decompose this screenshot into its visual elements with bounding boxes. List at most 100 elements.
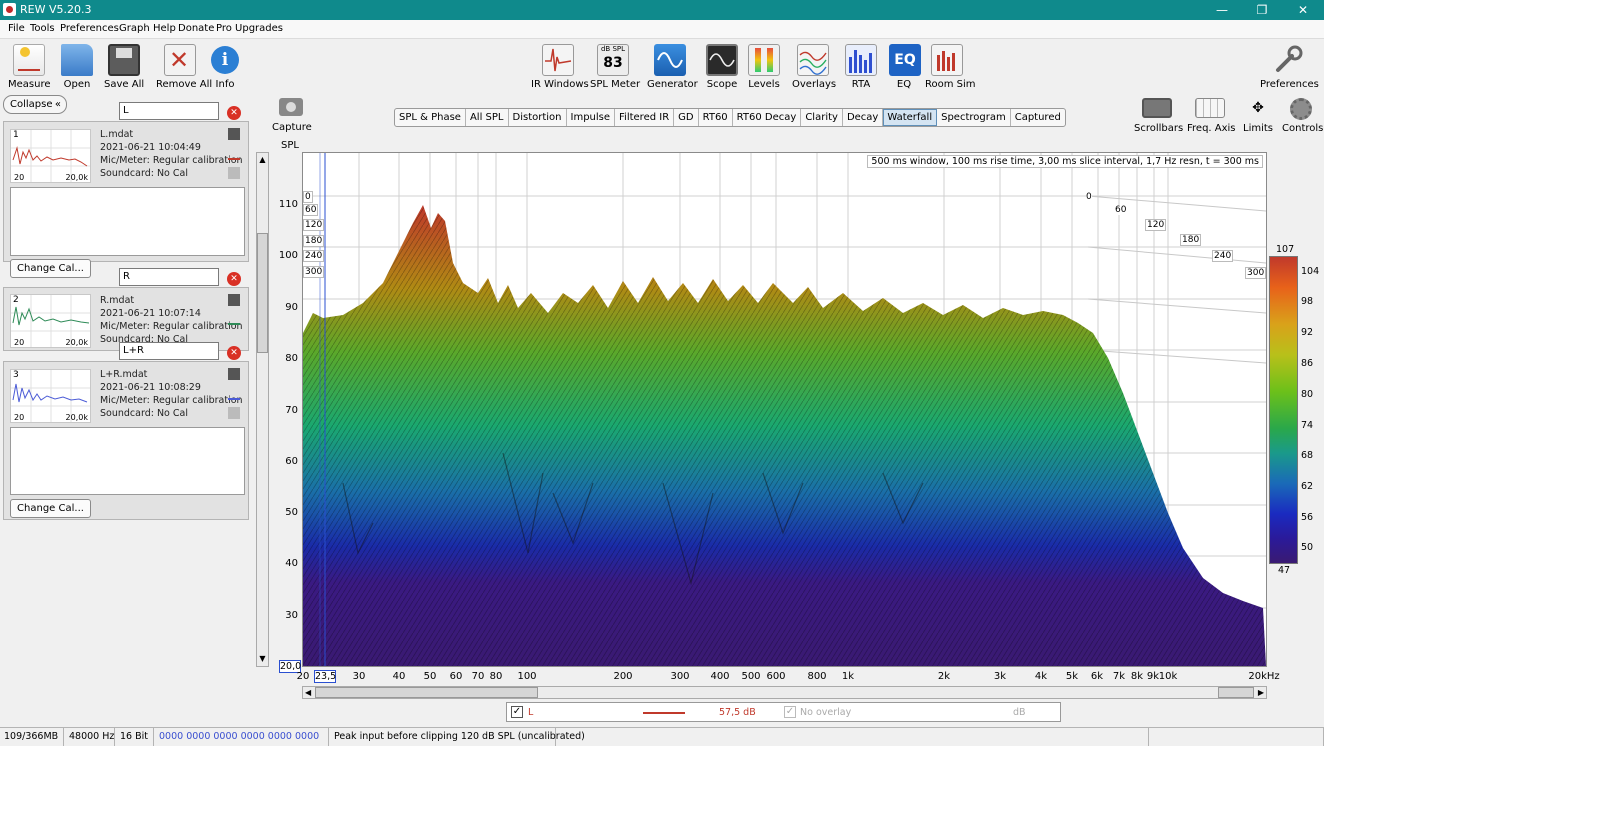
overlay-checkbox[interactable]: ✓ [784,706,796,718]
scroll-up-icon[interactable]: ▲ [257,153,268,167]
trace-color-icon-3[interactable] [228,388,240,400]
x-tick: 80 [489,671,503,682]
tab-captured[interactable]: Captured [1011,109,1065,126]
menu-graph[interactable]: Graph [119,23,150,34]
graph-horizontal-scrollbar[interactable]: ◀ ▶ [302,686,1267,699]
x-tick: 1k [841,671,855,682]
y-tick: 70 [285,405,298,416]
graph-legend: ✓ L 57,5 dB ✓ No overlay dB [506,702,1061,722]
measurement-name-input-1[interactable]: L [119,102,219,120]
horizontal-scroll-thumb[interactable] [315,687,538,698]
x-tick: 800 [807,671,827,682]
ir-windows-button[interactable]: IR Windows [531,44,589,90]
menu-tools[interactable]: Tools [30,23,55,34]
save-measurement-icon-3[interactable] [228,368,240,380]
save-measurement-icon-1[interactable] [228,128,240,140]
maximize-button[interactable]: ❐ [1242,0,1282,20]
delete-measurement-icon-2[interactable]: ✕ [227,272,241,286]
overlay-unit: dB [1013,707,1026,718]
tab-gd[interactable]: GD [674,109,699,126]
eq-button[interactable]: EQ EQ [889,44,921,90]
remove-all-button[interactable]: ✕ Remove All [156,44,212,90]
measurement-notes-3[interactable] [10,427,245,495]
vertical-scroll-thumb[interactable] [257,233,268,353]
tab-clarity[interactable]: Clarity [801,109,843,126]
menu-preferences[interactable]: Preferences [60,23,119,34]
notes-icon-1[interactable] [228,167,240,179]
x-tick: 50 [423,671,437,682]
freq-axis-button[interactable]: Freq. Axis [1187,98,1236,134]
change-cal-button-3[interactable]: Change Cal... [10,499,91,518]
measurement-notes-1[interactable] [10,187,245,256]
x-tick: 2k [937,671,951,682]
close-button[interactable]: ✕ [1283,0,1323,20]
colorbar-tick: 80 [1301,389,1314,400]
generator-button[interactable]: Generator [647,44,698,90]
notes-icon-3[interactable] [228,407,240,419]
input-level-status: 0000 0000 0000 0000 0000 0000 [155,728,329,746]
minimize-button[interactable]: — [1202,0,1242,20]
change-cal-button-1[interactable]: Change Cal... [10,259,91,278]
folder-icon [61,44,93,76]
x-tick: 200 [613,671,633,682]
delete-measurement-icon-1[interactable]: ✕ [227,106,241,120]
info-button[interactable]: i Info [210,44,240,90]
measure-button[interactable]: Measure [8,44,51,90]
tab-distortion[interactable]: Distortion [509,109,567,126]
measurement-name-input-2[interactable]: R [119,268,219,286]
time-label: 180 [303,235,325,247]
menu-file[interactable]: File [8,23,25,34]
limits-button[interactable]: ✥ Limits [1240,98,1276,134]
horizontal-scroll-thumb-end[interactable] [1218,687,1254,698]
tab-all-spl[interactable]: All SPL [466,109,509,126]
spl-meter-button[interactable]: dB SPL 83 SPL Meter [590,44,640,90]
scroll-right-icon[interactable]: ▶ [1258,687,1264,698]
collapse-button[interactable]: Collapse « [3,95,67,114]
menu-pro-upgrades[interactable]: Pro Upgrades [216,23,283,34]
time-label: 60 [1115,205,1127,215]
tab-decay[interactable]: Decay [843,109,884,126]
waterfall-plot[interactable]: 500 ms window, 100 ms rise time, 3,00 ms… [302,152,1267,667]
overlay-label: No overlay [800,707,852,718]
graph-vertical-scrollbar[interactable]: ▲ ▼ [256,152,269,667]
tab-spl-phase[interactable]: SPL & Phase [395,109,466,126]
legend-checkbox[interactable]: ✓ [511,706,523,718]
controls-button[interactable]: Controls [1282,98,1323,134]
x-tick: 5k [1065,671,1079,682]
measurement-thumbnail-1[interactable]: 1 20 20,0k [10,129,91,183]
scope-button[interactable]: Scope [705,44,739,90]
rta-button[interactable]: RTA [845,44,877,90]
measurement-name-input-3[interactable]: L+R [119,342,219,360]
bit-depth-status: 16 Bit [116,728,154,746]
overlays-button[interactable]: Overlays [792,44,836,90]
preferences-button[interactable]: Preferences [1260,44,1319,90]
time-label: 240 [1212,250,1234,262]
tab-rt60-decay[interactable]: RT60 Decay [733,109,802,126]
save-measurement-icon-2[interactable] [228,294,240,306]
levels-button[interactable]: Levels [747,44,781,90]
tab-impulse[interactable]: Impulse [567,109,616,126]
room-sim-button[interactable]: Room Sim [925,44,976,90]
capture-button[interactable]: Capture [272,98,312,133]
cursor-frequency-box[interactable]: 23,5 [314,670,336,683]
save-all-button[interactable]: Save All [104,44,144,90]
tab-filtered-ir[interactable]: Filtered IR [615,109,675,126]
tab-rt60[interactable]: RT60 [699,109,733,126]
trace-color-icon-2[interactable] [228,313,240,325]
delete-measurement-icon-3[interactable]: ✕ [227,346,241,360]
scroll-left-icon[interactable]: ◀ [305,687,311,698]
scrollbars-button[interactable]: Scrollbars [1134,98,1183,134]
x-tick: 7k [1112,671,1126,682]
trace-color-icon-1[interactable] [228,148,240,160]
app-icon [3,3,16,16]
tab-waterfall[interactable]: Waterfall [883,109,938,126]
x-tick: 60 [449,671,463,682]
time-label: 180 [1180,234,1202,246]
scroll-down-icon[interactable]: ▼ [257,652,268,666]
measurement-thumbnail-2[interactable]: 2 20 20,0k [10,294,91,348]
menu-help[interactable]: Help [153,23,176,34]
tab-spectrogram[interactable]: Spectrogram [937,109,1011,126]
menu-donate[interactable]: Donate [178,23,214,34]
open-button[interactable]: Open [59,44,95,90]
measurement-thumbnail-3[interactable]: 3 20 20,0k [10,369,91,423]
